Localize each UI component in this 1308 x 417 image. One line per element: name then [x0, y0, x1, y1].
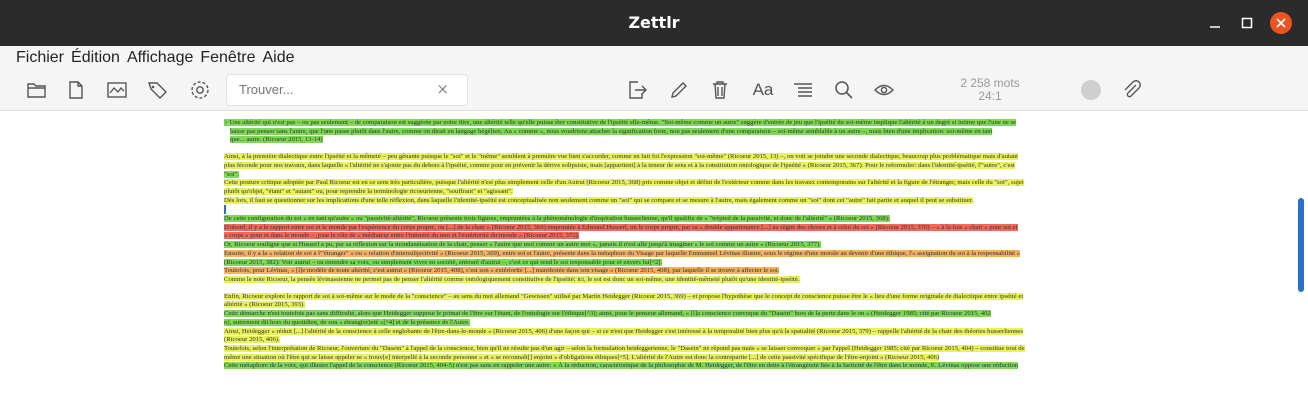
paragraph-3: Dès lors, il faut se questionner sur les…	[224, 196, 974, 204]
search-clear-button[interactable]: ×	[436, 80, 449, 98]
delete-button[interactable]	[709, 79, 731, 101]
paragraph-4: De cette configuration du soi « en tant …	[224, 215, 890, 223]
paragraph-2: Cette posture critique adoptée par Paul …	[224, 179, 1024, 187]
menu-aide[interactable]: Aide	[263, 46, 295, 70]
magnifier-icon	[835, 81, 853, 99]
menu-bar: Fichier Édition Affichage Fenêtre Aide	[0, 46, 1308, 70]
menu-fenetre[interactable]: Fenêtre	[200, 46, 255, 70]
search-box: ×	[226, 74, 468, 106]
toc-button[interactable]	[792, 79, 814, 101]
preview-button[interactable]	[873, 79, 895, 101]
search-input[interactable]	[237, 81, 431, 98]
pomodoro-icon[interactable]	[1081, 80, 1101, 100]
attachments-button[interactable]	[1121, 79, 1143, 101]
cursor-position: 24:1	[978, 89, 1002, 103]
editor-scrollbar[interactable]	[1298, 198, 1304, 292]
menu-fichier[interactable]: Fichier	[16, 46, 64, 70]
edit-mode-button[interactable]	[668, 79, 690, 101]
paragraph-5: Enfin, Ricoeur explore le rapport de soi…	[224, 292, 1024, 300]
font-icon: Aa	[752, 80, 774, 99]
close-icon	[1276, 18, 1286, 28]
trash-icon	[713, 81, 727, 99]
word-count: 2 258 mots 24:1	[940, 77, 1040, 103]
paragraph-1: Ainsi, à la première dialectique entre l…	[224, 153, 1019, 161]
window-title: Zettlr	[628, 13, 680, 32]
attachment-icon	[1124, 80, 1141, 98]
search-button[interactable]	[833, 79, 855, 101]
document-text[interactable]: > Une altérité qui n'est pas – ou pas se…	[224, 119, 1084, 371]
export-button[interactable]	[626, 79, 648, 101]
tags-button[interactable]	[147, 79, 169, 101]
tags-icon	[148, 82, 167, 99]
preview-eye-icon	[874, 84, 894, 96]
editor[interactable]: > Une altérité qui n'est pas – ou pas se…	[0, 111, 1308, 417]
file-icon	[69, 81, 83, 99]
minimize-button[interactable]	[1204, 12, 1226, 34]
open-folder-button[interactable]	[26, 79, 48, 101]
toolbar: × Aa 2 258 mots 24:1	[0, 70, 1308, 111]
toc-icon	[794, 83, 812, 97]
font-button[interactable]: Aa	[751, 79, 775, 101]
maximize-button[interactable]	[1236, 12, 1258, 34]
graph-icon	[107, 82, 127, 98]
minimize-icon	[1210, 26, 1220, 28]
export-icon	[629, 81, 647, 99]
graph-view-button[interactable]	[106, 79, 128, 101]
text-cursor	[224, 205, 226, 215]
close-button[interactable]	[1270, 12, 1292, 34]
maximize-icon	[1241, 17, 1253, 29]
folder-icon	[27, 83, 46, 98]
blockquote: > Une altérité qui n'est pas – ou pas se…	[224, 119, 1017, 126]
pencil-icon	[671, 82, 687, 98]
menu-edition[interactable]: Édition	[71, 46, 120, 70]
new-file-button[interactable]	[65, 79, 87, 101]
settings-icon	[191, 81, 209, 99]
title-bar: Zettlr	[0, 0, 1308, 46]
menu-affichage[interactable]: Affichage	[127, 46, 193, 70]
settings-button[interactable]	[189, 79, 211, 101]
